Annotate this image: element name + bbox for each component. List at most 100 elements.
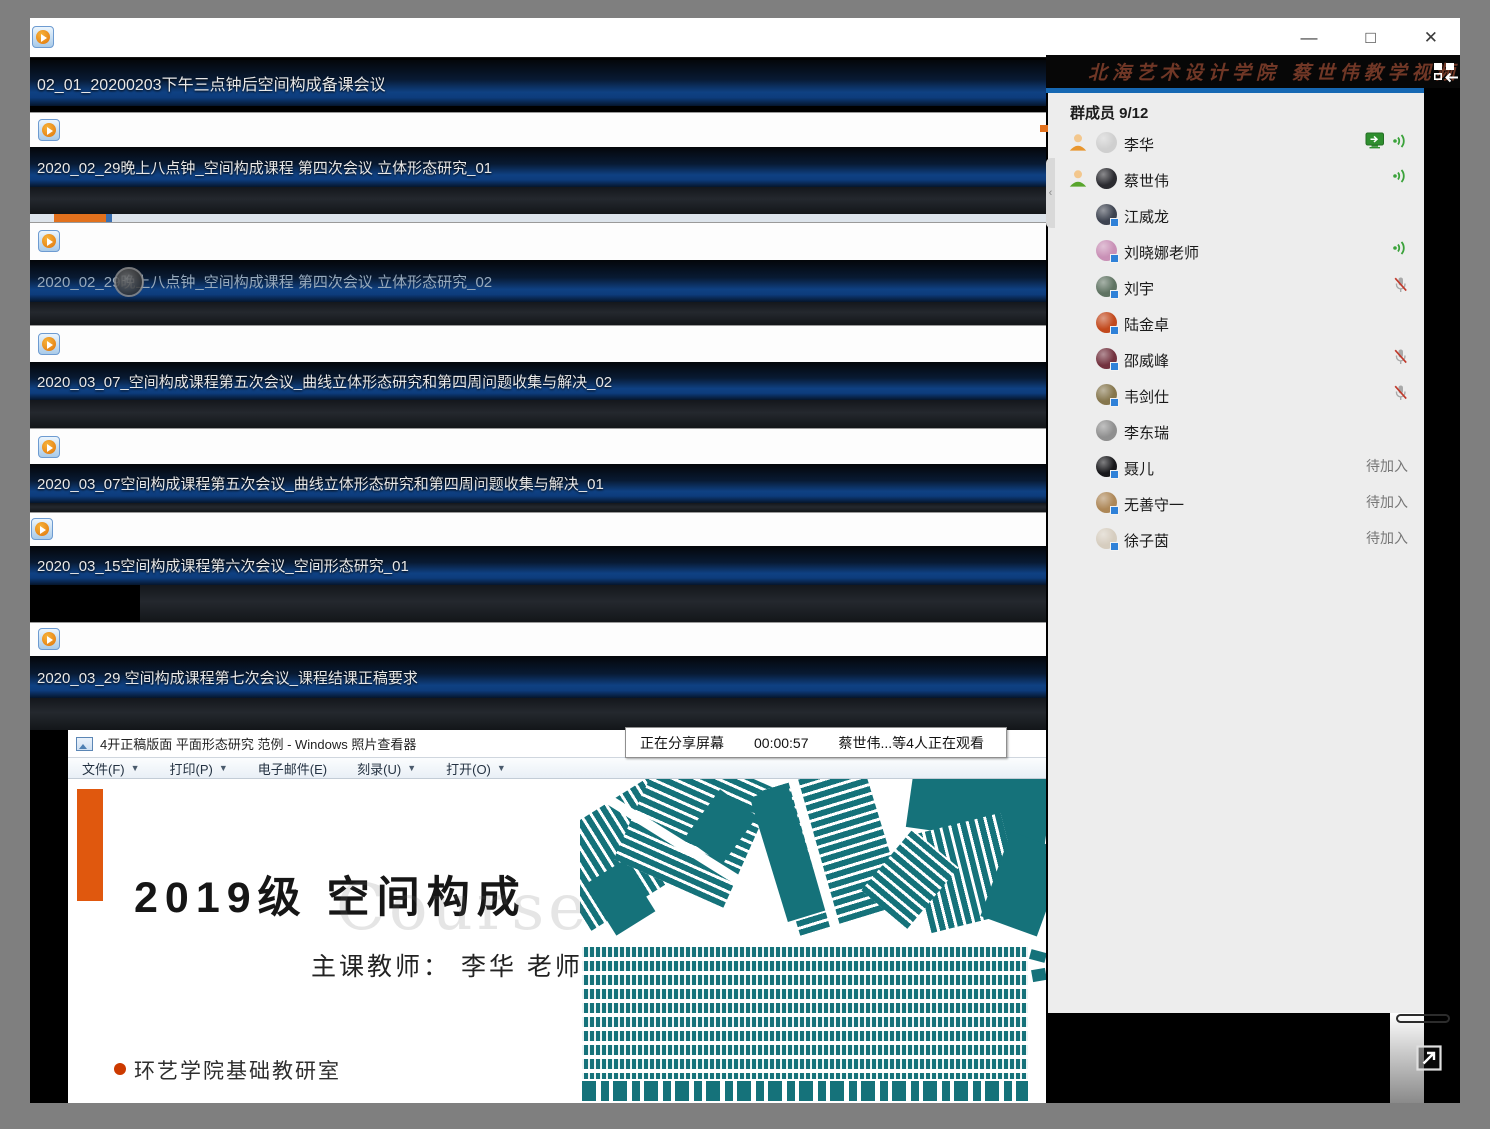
member-row[interactable]: 徐子茵待加入 <box>1048 521 1424 557</box>
pending-status: 待加入 <box>1366 492 1408 512</box>
member-row[interactable]: 聂儿待加入 <box>1048 449 1424 485</box>
members-header: 群成员 9/12 <box>1070 102 1148 123</box>
menu-item-4[interactable]: 刻录(U) ▼ <box>357 759 416 778</box>
member-avatar <box>1096 348 1117 369</box>
video-title-bar: 2020_03_15空间构成课程第六次会议_空间形态研究_01 <box>30 546 1046 585</box>
mobile-online-badge <box>1110 218 1119 227</box>
member-row[interactable]: 江威龙 <box>1048 197 1424 233</box>
menu-caret-icon: ▼ <box>219 763 228 773</box>
member-avatar <box>1096 168 1117 189</box>
menu-item-5[interactable]: 打开(O)▼ <box>446 759 506 778</box>
seek-bar[interactable] <box>30 214 1046 222</box>
media-player-icon[interactable] <box>38 119 60 141</box>
group-members-panel: 群成员 9/12 李华蔡世伟江威龙刘晓娜老师刘宇陆金卓邵威峰韦剑仕李东瑞聂儿待加… <box>1048 93 1424 1013</box>
background-fragment <box>1040 125 1048 132</box>
member-row[interactable]: 邵威峰 <box>1048 341 1424 377</box>
member-avatar <box>1096 420 1117 441</box>
player-window-strip <box>30 428 1046 464</box>
map-chunky-row <box>582 1081 1028 1101</box>
member-name: 李华 <box>1124 134 1154 155</box>
speaker-waves-icon <box>1392 240 1408 256</box>
menu-item-label: 刻录(U) <box>357 759 401 778</box>
player-window-strip <box>30 622 1046 656</box>
menu-caret-icon: ▼ <box>497 763 506 773</box>
minimize-button[interactable]: — <box>1300 28 1317 48</box>
muted-mic-icon <box>1393 276 1408 293</box>
video-title-bar: 2020_03_07_空间构成课程第五次会议_曲线立体形态研究和第四周问题收集与… <box>30 362 1046 400</box>
screen-share-toolbar: 正在分享屏幕 00:00:57 蔡世伟...等4人正在观看 <box>625 727 1007 758</box>
member-avatar <box>1096 132 1117 153</box>
menu-caret-icon: ▼ <box>131 763 140 773</box>
menu-caret-icon: ▼ <box>407 763 416 773</box>
member-row[interactable]: 李华 <box>1048 125 1424 161</box>
mobile-online-badge <box>1110 362 1119 371</box>
admin-person-icon <box>1068 168 1088 193</box>
video-body <box>30 503 1046 512</box>
member-name: 蔡世伟 <box>1124 170 1169 191</box>
expand-icon[interactable] <box>1416 1045 1442 1071</box>
menu-item-1[interactable]: 文件(F) ▼ <box>82 759 140 778</box>
desktop-background: { "colors": { "frame_gray": "#7f7f7f", "… <box>0 0 1490 1129</box>
media-player-icon[interactable] <box>38 230 60 252</box>
member-name: 徐子茵 <box>1124 530 1169 551</box>
video-title: 02_01_20200203下午三点钟后空间构成备课会议 <box>37 71 386 95</box>
progress-played <box>54 214 106 222</box>
media-player-icon[interactable] <box>32 26 54 48</box>
mobile-online-badge <box>1110 398 1119 407</box>
member-row[interactable]: 无善守一 待加入 <box>1048 485 1424 521</box>
menu-item-3[interactable]: 电子邮件(E) <box>258 759 327 778</box>
app-window: — □ ✕ 02_01_20200203下午三点钟后空间构成备课会议 2020_… <box>30 18 1460 1103</box>
member-row[interactable]: 刘晓娜老师 <box>1048 233 1424 269</box>
close-button[interactable]: ✕ <box>1424 28 1438 48</box>
member-row[interactable]: 蔡世伟 <box>1048 161 1424 197</box>
maximize-button[interactable]: □ <box>1365 28 1375 48</box>
layout-dock-icon[interactable] <box>1432 61 1460 85</box>
calligraphy-watermark: 北海艺术设计学院 蔡世伟教学视频 <box>1088 58 1460 85</box>
menu-item-label: 文件(F) <box>82 759 125 778</box>
city-map-graphic <box>580 779 1046 1103</box>
member-name: 刘晓娜老师 <box>1124 242 1199 263</box>
member-row[interactable]: 陆金卓 <box>1048 305 1424 341</box>
menu-item-2[interactable]: 打印(P) ▼ <box>170 759 228 778</box>
member-row[interactable]: 韦剑仕 <box>1048 377 1424 413</box>
player-window-strip <box>30 112 1046 147</box>
video-title-bar: 2020_02_29晚上八点钟_空间构成课程 第四次会议 立体形态研究_01 <box>30 147 1046 187</box>
muted-mic-icon <box>1393 348 1408 365</box>
speaker-waves-icon <box>1392 133 1408 149</box>
menu-item-label: 打印(P) <box>170 759 213 778</box>
player-window-strip <box>30 325 1046 362</box>
member-name: 陆金卓 <box>1124 314 1169 335</box>
member-name: 无善守一 <box>1124 494 1184 515</box>
mobile-online-badge <box>1110 254 1119 263</box>
video-watermark-strip: 北海艺术设计学院 蔡世伟教学视频 <box>1046 55 1460 88</box>
media-player-icon[interactable] <box>38 628 60 650</box>
member-row[interactable]: 刘宇 <box>1048 269 1424 305</box>
member-name: 邵威峰 <box>1124 350 1169 371</box>
member-row[interactable]: 李东瑞 <box>1048 413 1424 449</box>
photo-viewer-menubar: 文件(F)▼打印(P)▼电子邮件(E)刻录(U)▼打开(O)▼ <box>68 758 1046 779</box>
photo-viewer-title: 4开正稿版面 平面形态研究 范例 - Windows 照片查看器 <box>100 734 416 753</box>
mobile-online-badge <box>1110 470 1119 479</box>
video-title: 2020_02_29晚上八点钟_空间构成课程 第四次会议 立体形态研究_01 <box>37 157 492 178</box>
bullet-dot <box>114 1063 126 1075</box>
speaker-waves-icon <box>1392 168 1408 184</box>
player-slider-outline <box>1396 1014 1450 1023</box>
panel-collapse-handle[interactable]: ‹ <box>1046 158 1055 228</box>
video-title: 2020_02_29晚上八点钟_空间构成课程 第四次会议 立体形态研究_02 <box>37 271 492 292</box>
member-name: 刘宇 <box>1124 278 1154 299</box>
share-timer: 00:00:57 <box>754 735 809 751</box>
video-body <box>30 187 1046 214</box>
screen-share-icon <box>1365 132 1386 149</box>
mobile-online-badge <box>1110 326 1119 335</box>
shared-slide: Course 2019级 空间构成 主课教师： 李华 老师 环艺学院基础教研室 <box>68 779 1046 1103</box>
photo-viewer-icon <box>76 737 93 751</box>
video-title-bar: 2020_03_29 空间构成课程第七次会议_课程结课正稿要求 <box>30 656 1046 698</box>
media-player-icon[interactable] <box>31 518 53 540</box>
media-player-icon[interactable] <box>38 436 60 458</box>
media-player-icon[interactable] <box>38 333 60 355</box>
slide-watermark: Course <box>336 871 590 945</box>
mobile-online-badge <box>1110 290 1119 299</box>
member-name: 江威龙 <box>1124 206 1169 227</box>
member-avatar <box>1096 456 1117 477</box>
video-body <box>30 698 1046 730</box>
